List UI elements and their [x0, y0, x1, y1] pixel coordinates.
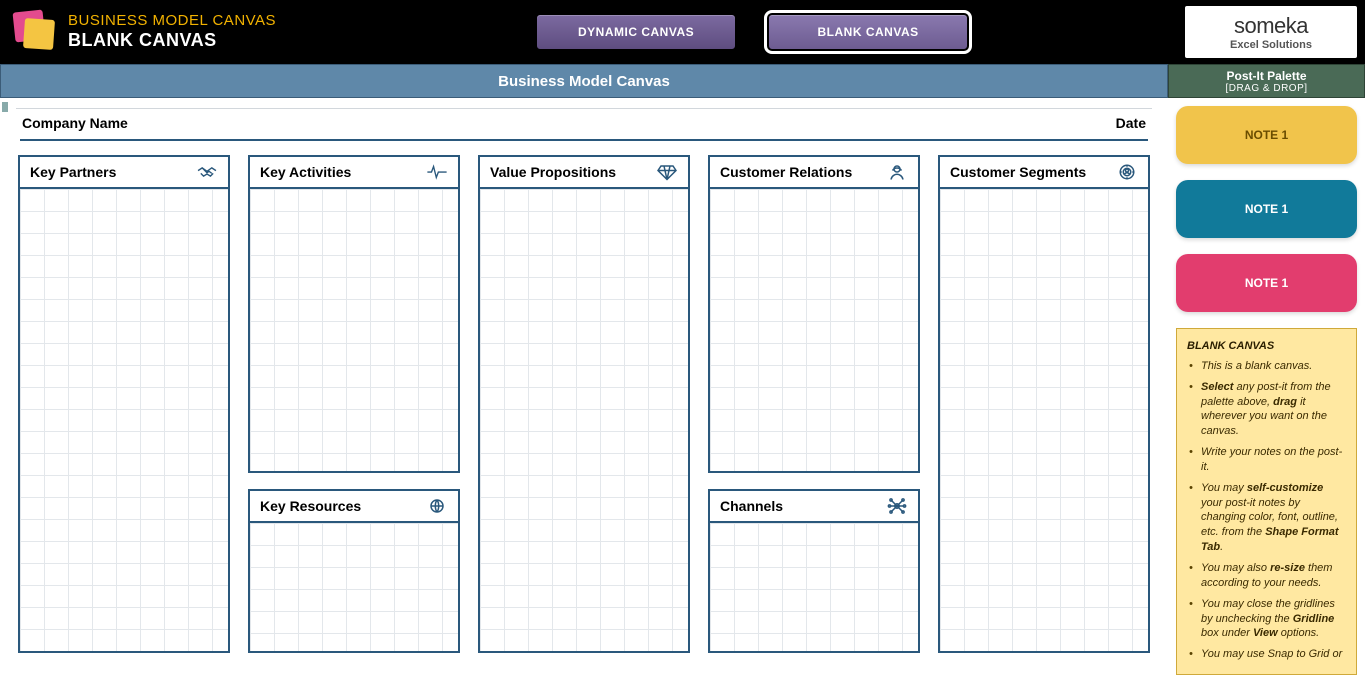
canvas-tabs: DYNAMIC CANVAS BLANK CANVAS: [536, 14, 968, 50]
canvas-title-bar: Business Model Canvas: [0, 64, 1168, 98]
card-channels[interactable]: Channels: [708, 489, 920, 653]
col-segments: Customer Segments: [938, 155, 1150, 653]
card-customer-segments[interactable]: Customer Segments: [938, 155, 1150, 653]
palette-title: Post-It Palette: [1169, 69, 1364, 83]
canvas-columns: Key Partners Key Activities: [16, 155, 1152, 653]
note-yellow[interactable]: NOTE 1: [1176, 106, 1357, 164]
card-title-value: Value Propositions: [490, 164, 616, 180]
postit-logo-icon: [14, 11, 56, 53]
company-name-label: Company Name: [22, 115, 128, 131]
palette-subtitle: [DRAG & DROP]: [1169, 83, 1364, 94]
note-teal[interactable]: NOTE 1: [1176, 180, 1357, 238]
help-item: You may use Snap to Grid or: [1189, 647, 1346, 662]
card-body[interactable]: [20, 189, 228, 651]
app-titles: BUSINESS MODEL CANVAS BLANK CANVAS: [68, 12, 276, 52]
note-pink[interactable]: NOTE 1: [1176, 254, 1357, 312]
pulse-icon: [426, 163, 448, 181]
logo-subtitle: Excel Solutions: [1230, 39, 1312, 51]
handshake-icon: [196, 163, 218, 181]
card-key-activities[interactable]: Key Activities: [248, 155, 460, 473]
help-item: You may self-customize your post-it note…: [1189, 481, 1346, 555]
col-partners: Key Partners: [18, 155, 230, 653]
card-body[interactable]: [710, 189, 918, 471]
help-item: Select any post-it from the palette abov…: [1189, 380, 1346, 439]
help-item: This is a blank canvas.: [1189, 359, 1346, 374]
title-row: Business Model Canvas Post-It Palette [D…: [0, 64, 1365, 98]
help-item: Write your notes on the post-it.: [1189, 445, 1346, 475]
app-small-title: BUSINESS MODEL CANVAS: [68, 12, 276, 30]
logo-brand: someka: [1234, 13, 1308, 39]
help-box: BLANK CANVAS This is a blank canvas. Sel…: [1176, 328, 1357, 675]
someka-logo: someka Excel Solutions: [1185, 6, 1357, 58]
card-title-relations: Customer Relations: [720, 164, 852, 180]
date-label: Date: [1116, 115, 1146, 131]
help-item: You may also re-size them according to y…: [1189, 561, 1346, 591]
header-labels: Company Name Date: [16, 109, 1152, 139]
palette-sidebar: NOTE 1 NOTE 1 NOTE 1 BLANK CANVAS This i…: [1168, 98, 1365, 700]
card-body[interactable]: [710, 523, 918, 651]
target-users-icon: [1116, 163, 1138, 181]
card-body[interactable]: [250, 189, 458, 471]
card-customer-relations[interactable]: Customer Relations: [708, 155, 920, 473]
card-title-segments: Customer Segments: [950, 164, 1086, 180]
card-key-partners[interactable]: Key Partners: [18, 155, 230, 653]
col-value: Value Propositions: [478, 155, 690, 653]
tab-blank-canvas[interactable]: BLANK CANVAS: [768, 14, 968, 50]
card-title-activities: Key Activities: [260, 164, 351, 180]
canvas-area[interactable]: Company Name Date Key Partners Ke: [0, 98, 1168, 700]
card-body[interactable]: [940, 189, 1148, 651]
tab-dynamic-canvas[interactable]: DYNAMIC CANVAS: [536, 14, 736, 50]
card-body[interactable]: [480, 189, 688, 651]
palette-header: Post-It Palette [DRAG & DROP]: [1168, 64, 1365, 98]
header-separator: [20, 139, 1148, 141]
col-activities-resources: Key Activities Key Resources: [248, 155, 460, 653]
ruler-mark-icon: [2, 102, 8, 112]
card-key-resources[interactable]: Key Resources: [248, 489, 460, 653]
network-icon: [886, 497, 908, 515]
col-relations-channels: Customer Relations Channels: [708, 155, 920, 653]
app-big-title: BLANK CANVAS: [68, 30, 276, 52]
main-area: Company Name Date Key Partners Ke: [0, 98, 1365, 700]
support-icon: [886, 163, 908, 181]
top-bar: BUSINESS MODEL CANVAS BLANK CANVAS DYNAM…: [0, 0, 1365, 64]
help-item: You may close the gridlines by uncheckin…: [1189, 597, 1346, 642]
globe-icon: [426, 497, 448, 515]
card-title-resources: Key Resources: [260, 498, 361, 514]
help-title: BLANK CANVAS: [1187, 339, 1346, 354]
card-title-partners: Key Partners: [30, 164, 116, 180]
card-title-channels: Channels: [720, 498, 783, 514]
card-value-propositions[interactable]: Value Propositions: [478, 155, 690, 653]
card-body[interactable]: [250, 523, 458, 651]
diamond-icon: [656, 163, 678, 181]
